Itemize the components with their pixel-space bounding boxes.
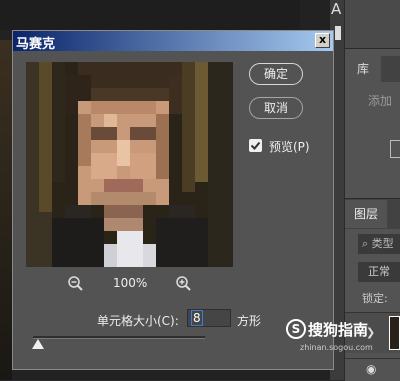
library-item-icon[interactable] [390,140,400,158]
paragraph-tool-icon[interactable] [335,26,341,40]
panel-top-area [345,0,400,49]
zoom-in-icon[interactable] [175,275,193,293]
ok-button[interactable]: 确定 [249,63,303,85]
watermark-brand: 搜狗指南 [308,321,369,339]
tab-library[interactable]: 库 [345,56,381,82]
character-tool-icon[interactable]: A [331,0,341,18]
cell-size-unit: 方形 [237,314,262,328]
close-button[interactable]: x [315,33,330,48]
visibility-eye-icon[interactable]: ◉ [366,362,376,376]
cell-size-slider-thumb[interactable] [32,339,44,349]
preview-checkbox[interactable] [249,139,262,152]
zoom-level: 100% [113,276,148,290]
cell-size-input[interactable]: 8 [187,309,231,327]
pixelated-portrait [26,62,233,267]
zoom-out-icon[interactable] [67,275,85,293]
dialog-titlebar[interactable]: 马赛克 x [13,31,333,52]
lock-label: 锁定: [362,292,388,305]
mosaic-preview-image[interactable] [26,62,233,267]
cell-size-label: 单元格大小(C): [97,314,179,328]
sogou-watermark: S 搜狗指南 zhinan.sogou.com [286,316,400,356]
cell-size-slider-track[interactable] [33,336,205,339]
document-canvas-edge [0,40,12,380]
watermark-url: zhinan.sogou.com [300,343,373,352]
blend-mode-select[interactable]: 正常 [358,262,400,282]
dialog-title: 马赛克 [16,37,56,52]
options-bar [0,0,300,30]
tab-layers[interactable]: 图层 [345,200,387,228]
cancel-button[interactable]: 取消 [249,97,303,119]
library-add-content[interactable]: 添加 [368,92,392,109]
search-icon: ⌕ [362,237,372,250]
preview-label: 预览(P) [269,140,310,154]
cell-size-value: 8 [191,310,203,326]
sogou-logo-icon: S [286,319,306,339]
kind-filter-label: 类型 [371,237,394,250]
layer-kind-filter[interactable]: ⌕ 类型 [358,234,400,254]
